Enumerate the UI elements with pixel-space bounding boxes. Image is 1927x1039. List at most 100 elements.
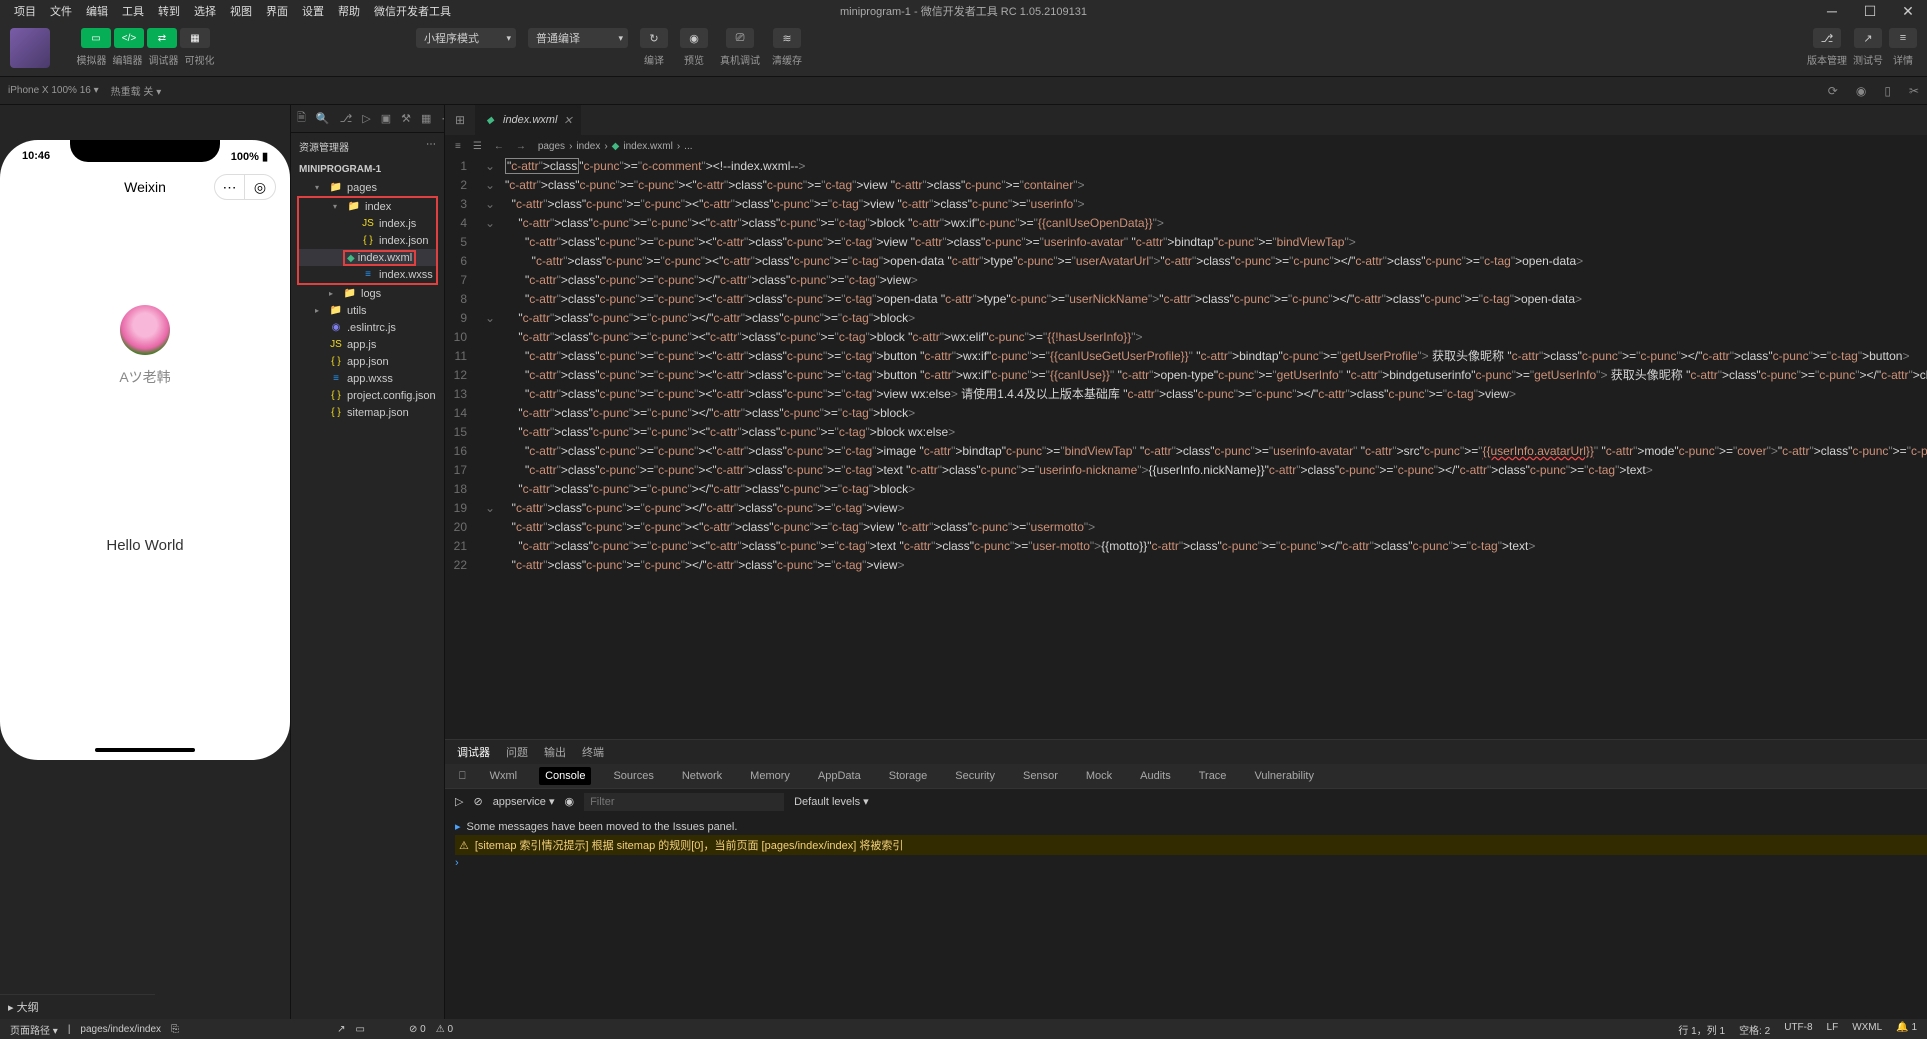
devtab-sources[interactable]: Sources bbox=[607, 767, 659, 785]
user-avatar[interactable] bbox=[120, 305, 170, 355]
menu-文件[interactable]: 文件 bbox=[44, 1, 78, 21]
upload-button[interactable]: ↗ bbox=[1854, 28, 1882, 48]
tree-sitemap.json[interactable]: { }sitemap.json bbox=[295, 404, 440, 421]
close-icon[interactable]: ✕ bbox=[1889, 0, 1927, 22]
cut-icon[interactable]: ✂ bbox=[1909, 84, 1919, 98]
device-icon[interactable]: ▯ bbox=[1884, 84, 1891, 98]
tools-icon[interactable]: ⚒ bbox=[401, 111, 411, 127]
capsule-close-icon[interactable]: ◎ bbox=[245, 175, 275, 199]
ext-icon[interactable]: ▦ bbox=[421, 111, 431, 127]
terminal-tab[interactable]: 终端 bbox=[582, 740, 604, 764]
maximize-icon[interactable]: ☐ bbox=[1851, 0, 1889, 22]
menu-转到[interactable]: 转到 bbox=[152, 1, 186, 21]
project-name[interactable]: MINIPROGRAM-1 bbox=[291, 160, 444, 179]
tree-index.js[interactable]: JSindex.js bbox=[299, 215, 436, 232]
tree-app.wxss[interactable]: ≡app.wxss bbox=[295, 370, 440, 387]
devtab-storage[interactable]: Storage bbox=[883, 767, 934, 785]
menu-视图[interactable]: 视图 bbox=[224, 1, 258, 21]
record-icon[interactable]: ◉ bbox=[1856, 84, 1866, 98]
indent[interactable]: 空格: 2 bbox=[1739, 1022, 1770, 1037]
version-button[interactable]: ⎇ bbox=[1813, 28, 1841, 48]
filter-input[interactable] bbox=[584, 793, 784, 811]
files-icon[interactable]: 🗎 bbox=[297, 111, 306, 127]
devtab-vulnerability[interactable]: Vulnerability bbox=[1248, 767, 1320, 785]
compile-select[interactable]: 普通编译 bbox=[528, 28, 628, 48]
tab-close-icon[interactable]: ✕ bbox=[563, 114, 572, 127]
tree-index.wxss[interactable]: ≡index.wxss bbox=[299, 266, 436, 283]
tree-index.wxml[interactable]: ◆ index.wxml bbox=[299, 249, 436, 266]
visual-toggle[interactable]: ▦ bbox=[180, 28, 210, 48]
problems-tab[interactable]: 问题 bbox=[506, 740, 528, 764]
explorer-more-icon[interactable]: ⋯ bbox=[426, 139, 436, 154]
compile-button[interactable]: ↻ bbox=[640, 28, 668, 48]
lang[interactable]: WXML bbox=[1852, 1022, 1882, 1037]
menu-选择[interactable]: 选择 bbox=[188, 1, 222, 21]
devtab-network[interactable]: Network bbox=[676, 767, 728, 785]
branch-icon[interactable]: ⎇ bbox=[340, 111, 353, 127]
tree-index.json[interactable]: { }index.json bbox=[299, 232, 436, 249]
clearcache-button[interactable]: ≋ bbox=[773, 28, 801, 48]
menu-工具[interactable]: 工具 bbox=[116, 1, 150, 21]
devtab-wxml[interactable]: Wxml bbox=[484, 767, 524, 785]
console-run-icon[interactable]: ▷ bbox=[455, 795, 463, 808]
warnings-count[interactable]: ⚠ 0 bbox=[436, 1024, 453, 1035]
editor-toggle[interactable]: </> bbox=[114, 28, 144, 48]
eye-icon[interactable]: ◉ bbox=[564, 795, 574, 808]
copy-icon[interactable]: ⎘ bbox=[171, 1024, 179, 1035]
popout-icon[interactable]: ↗ bbox=[337, 1024, 345, 1035]
editor-dropdown-icon[interactable]: ⊞ bbox=[445, 113, 475, 127]
code-editor[interactable]: 1 2 3 4 5 6 7 8 9 10 11 12 13 14 15 16 1… bbox=[445, 157, 1927, 739]
realdevice-button[interactable]: ⎚ bbox=[726, 28, 754, 48]
devtab-sensor[interactable]: Sensor bbox=[1017, 767, 1064, 785]
tree-project.config.json[interactable]: { }project.config.json bbox=[295, 387, 440, 404]
menu-帮助[interactable]: 帮助 bbox=[332, 1, 366, 21]
encoding[interactable]: UTF-8 bbox=[1784, 1022, 1812, 1037]
menu-微信开发者工具[interactable]: 微信开发者工具 bbox=[368, 1, 457, 21]
devtab-memory[interactable]: Memory bbox=[744, 767, 796, 785]
minimize-icon[interactable]: ─ bbox=[1813, 0, 1851, 22]
float-icon[interactable]: ▭ bbox=[356, 1024, 365, 1035]
bc-tree-icon[interactable]: ☰ bbox=[473, 141, 482, 152]
menu-界面[interactable]: 界面 bbox=[260, 1, 294, 21]
inspect-icon[interactable]: ⎕ bbox=[457, 767, 468, 786]
cursor-pos[interactable]: 行 1，列 1 bbox=[1678, 1022, 1725, 1037]
tree-app.js[interactable]: JSapp.js bbox=[295, 336, 440, 353]
output-tab[interactable]: 输出 bbox=[544, 740, 566, 764]
console-clear-icon[interactable]: ⊘ bbox=[473, 795, 482, 808]
search-icon[interactable]: 🔍 bbox=[316, 111, 330, 127]
tree-logs[interactable]: ▸📁logs bbox=[295, 285, 440, 302]
breadcrumb[interactable]: ≡ ☰ ← → pages › index › ◆index.wxml › ..… bbox=[445, 135, 1927, 157]
simulator-toggle[interactable]: ▭ bbox=[81, 28, 111, 48]
tree-.eslintrc.js[interactable]: ◉.eslintrc.js bbox=[295, 319, 440, 336]
tree-index[interactable]: ▾📁index bbox=[299, 198, 436, 215]
devtab-security[interactable]: Security bbox=[949, 767, 1001, 785]
context-select[interactable]: appservice ▾ bbox=[493, 795, 555, 808]
eol[interactable]: LF bbox=[1827, 1022, 1839, 1037]
bell-icon[interactable]: 🔔 1 bbox=[1896, 1022, 1917, 1037]
tree-utils[interactable]: ▸📁utils bbox=[295, 302, 440, 319]
preview-button[interactable]: ◉ bbox=[680, 28, 708, 48]
file-tab[interactable]: ◆ index.wxml ✕ bbox=[475, 105, 581, 135]
levels-select[interactable]: Default levels ▾ bbox=[794, 795, 869, 808]
menu-项目[interactable]: 项目 bbox=[8, 1, 42, 21]
debugger-tab[interactable]: 调试器 bbox=[457, 740, 490, 765]
tree-app.json[interactable]: { }app.json bbox=[295, 353, 440, 370]
menu-编辑[interactable]: 编辑 bbox=[80, 1, 114, 21]
mode-select[interactable]: 小程序模式 bbox=[416, 28, 516, 48]
outline-section[interactable]: ▸ 大纲 bbox=[0, 994, 155, 1019]
bc-list-icon[interactable]: ≡ bbox=[455, 141, 461, 152]
debugger-toggle[interactable]: ⇄ bbox=[147, 28, 177, 48]
menu-设置[interactable]: 设置 bbox=[296, 1, 330, 21]
hotreload-toggle[interactable]: 热重载 关 ▾ bbox=[111, 83, 162, 98]
devtab-appdata[interactable]: AppData bbox=[812, 767, 867, 785]
build-icon[interactable]: ▣ bbox=[381, 111, 391, 127]
errors-count[interactable]: ⊘ 0 bbox=[409, 1024, 426, 1035]
device-select[interactable]: iPhone X 100% 16 ▾ bbox=[8, 85, 99, 96]
tree-pages[interactable]: ▾📁pages bbox=[295, 179, 440, 196]
pagepath-value[interactable]: pages/index/index bbox=[80, 1024, 161, 1035]
pagepath-label[interactable]: 页面路径 ▾ bbox=[10, 1022, 58, 1037]
refresh-icon[interactable]: ⟳ bbox=[1828, 84, 1838, 98]
devtab-audits[interactable]: Audits bbox=[1134, 767, 1177, 785]
run-icon[interactable]: ▷ bbox=[362, 111, 370, 127]
details-button[interactable]: ≡ bbox=[1889, 28, 1917, 48]
